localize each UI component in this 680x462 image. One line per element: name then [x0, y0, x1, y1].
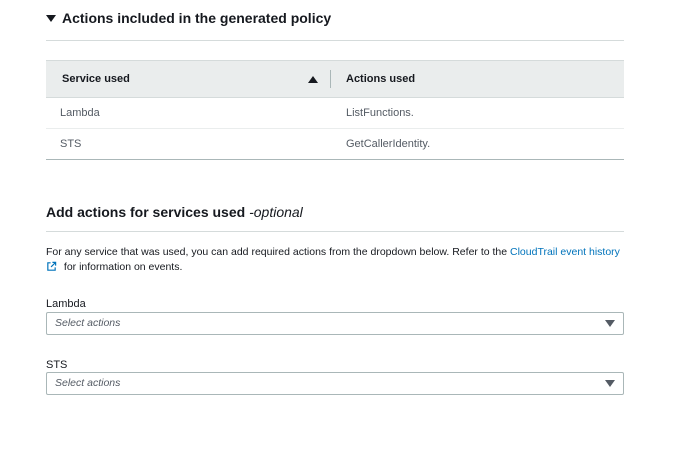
table-header: Service used Actions used — [46, 60, 624, 98]
lambda-actions-select[interactable]: Select actions — [46, 312, 624, 335]
actions-table: Service used Actions used Lambda ListFun… — [46, 60, 624, 160]
column-resizer[interactable] — [330, 70, 331, 88]
divider — [46, 231, 624, 232]
lambda-field-label: Lambda — [46, 298, 86, 310]
caret-down-icon — [46, 15, 56, 22]
column-header-service[interactable]: Service used — [62, 72, 130, 86]
chevron-down-icon — [605, 320, 615, 327]
included-actions-toggle[interactable]: Actions included in the generated policy — [46, 9, 331, 27]
policy-page: Actions included in the generated policy… — [0, 0, 680, 462]
sts-actions-select[interactable]: Select actions — [46, 372, 624, 395]
cell-service: STS — [60, 138, 82, 150]
description-text-after: for information on events. — [61, 261, 183, 273]
cell-service: Lambda — [60, 107, 100, 119]
description: For any service that was used, you can a… — [46, 245, 636, 275]
sts-field-label: STS — [46, 359, 68, 371]
chevron-down-icon — [605, 380, 615, 387]
table-row: Lambda ListFunctions. — [46, 98, 624, 129]
column-header-actions[interactable]: Actions used — [346, 72, 415, 86]
cloudtrail-link[interactable]: CloudTrail event history — [510, 246, 620, 258]
add-actions-title-text: Add actions for services used — [46, 204, 250, 220]
select-placeholder: Select actions — [55, 317, 121, 329]
section-title: Actions included in the generated policy — [62, 10, 332, 26]
cell-actions: GetCallerIdentity. — [346, 138, 431, 150]
cell-actions: ListFunctions. — [346, 107, 414, 119]
description-text: For any service that was used, you can a… — [46, 246, 511, 258]
add-actions-title: Add actions for services used -optional — [46, 203, 303, 221]
external-link-icon[interactable] — [46, 261, 57, 272]
table-row: STS GetCallerIdentity. — [46, 129, 624, 159]
optional-label: -optional — [249, 204, 303, 220]
divider — [46, 40, 624, 41]
select-placeholder: Select actions — [55, 377, 121, 389]
sort-ascending-icon[interactable] — [308, 76, 318, 83]
